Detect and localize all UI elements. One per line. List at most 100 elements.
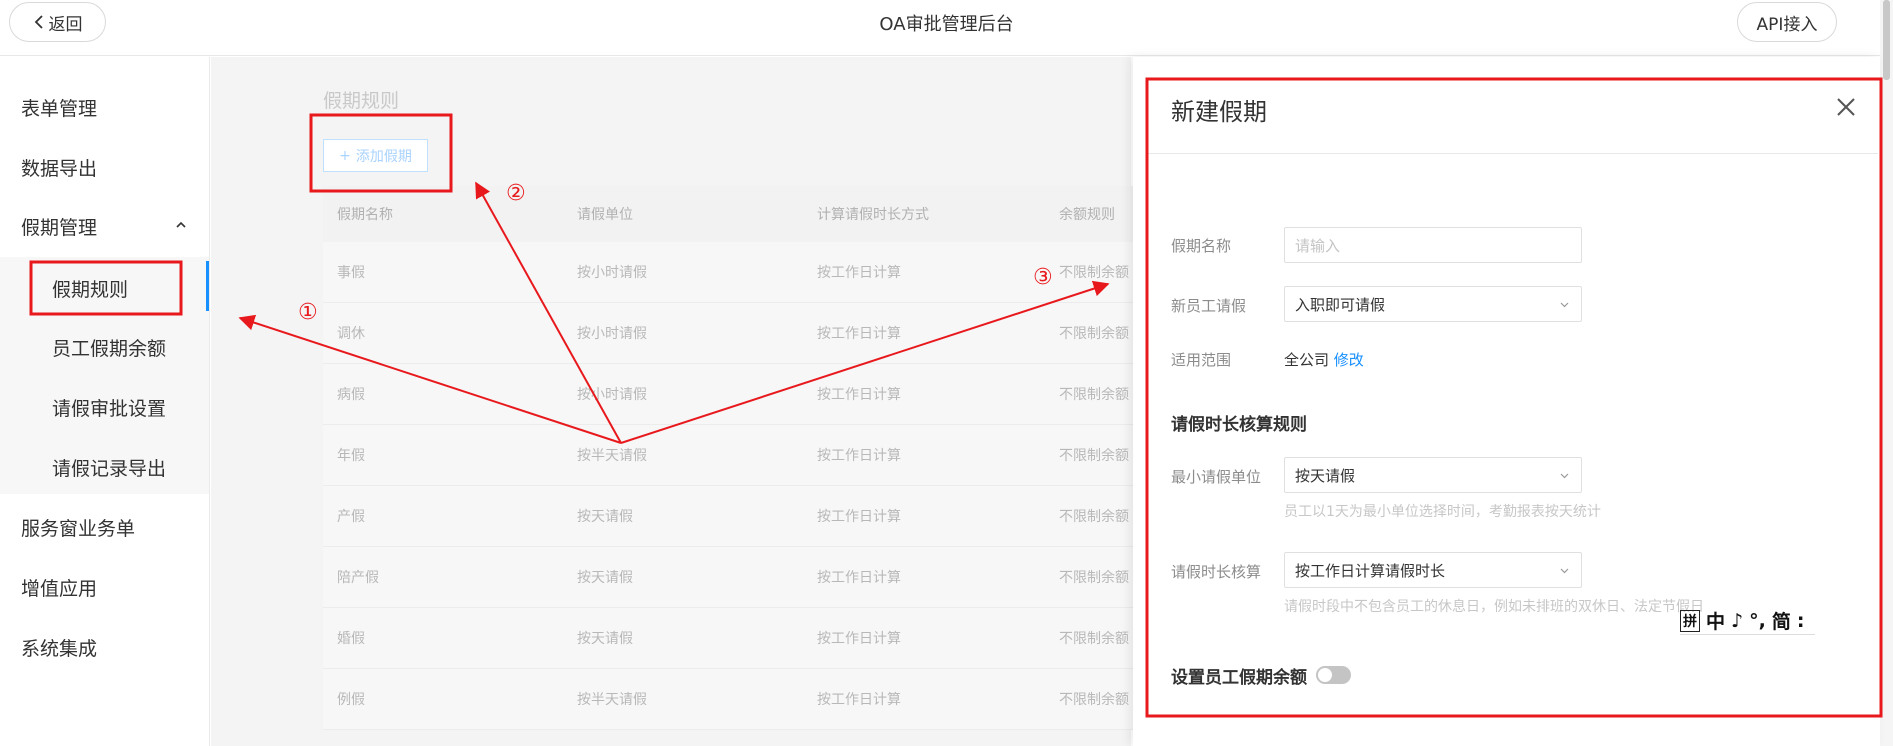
table-row[interactable]: 病假 按小时请假 按工作日计算 不限制余额	[323, 364, 1133, 425]
chevron-up-icon[interactable]	[175, 219, 187, 231]
ime-menu-icon[interactable]: :	[1797, 610, 1805, 632]
cell-unit: 按小时请假	[577, 265, 647, 281]
sidebar-item-leave[interactable]: 假期管理	[21, 213, 97, 240]
marker-two: ②	[506, 181, 526, 206]
cell-name: 调休	[337, 326, 365, 342]
ime-chinese-icon[interactable]: 中	[1706, 607, 1725, 634]
cell-balance: 不限制余额	[1059, 265, 1129, 281]
cell-name: 产假	[337, 509, 365, 525]
ime-simplified-icon[interactable]: 简	[1772, 607, 1791, 634]
cell-name: 年假	[337, 448, 365, 464]
sidebar-item-leave-approval[interactable]: 请假审批设置	[52, 394, 166, 421]
ime-moon-icon[interactable]: ♪	[1731, 610, 1743, 632]
add-leave-label: 添加假期	[355, 148, 412, 165]
min-unit-hint: 员工以1天为最小单位选择时间，考勤报表按天统计	[1284, 504, 1601, 520]
calc-hint: 请假时段中不包含员工的休息日，例如未排班的双休日、法定节假日	[1284, 599, 1704, 615]
ime-punct-icon[interactable]: °,	[1749, 610, 1766, 632]
app-title: OA审批管理后台	[879, 14, 1014, 35]
cell-unit: 按小时请假	[577, 326, 647, 342]
min-unit-select[interactable]: 按天请假	[1284, 457, 1582, 493]
cell-calc: 按工作日计算	[817, 448, 901, 464]
cell-name: 例假	[337, 692, 365, 708]
header-name: 假期名称	[337, 207, 393, 223]
table-row[interactable]: 调休 按小时请假 按工作日计算 不限制余额	[323, 303, 1133, 364]
new-employee-label: 新员工请假	[1171, 297, 1247, 315]
cell-calc: 按工作日计算	[817, 265, 901, 281]
new-employee-select[interactable]: 入职即可请假	[1284, 286, 1582, 322]
chevron-down-icon	[1560, 568, 1569, 574]
new-employee-value: 入职即可请假	[1295, 295, 1386, 314]
table-row[interactable]: 年假 按半天请假 按工作日计算 不限制余额	[323, 425, 1133, 486]
cell-calc: 按工作日计算	[817, 692, 901, 708]
cell-calc: 按工作日计算	[817, 326, 901, 342]
cell-name: 婚假	[337, 631, 365, 647]
table-row[interactable]: 陪产假 按天请假 按工作日计算 不限制余额	[323, 547, 1133, 608]
calc-select[interactable]: 按工作日计算请假时长	[1284, 552, 1582, 588]
marker-one: ①	[298, 300, 318, 325]
leave-name-input[interactable]: 请输入	[1284, 227, 1582, 263]
scrollbar-thumb[interactable]	[1883, 0, 1890, 80]
cell-calc: 按工作日计算	[817, 509, 901, 525]
table-row[interactable]: 事假 按小时请假 按工作日计算 不限制余额	[323, 242, 1133, 303]
chevron-down-icon	[1560, 473, 1569, 479]
rules-section-title: 请假时长核算规则	[1171, 415, 1307, 435]
sidebar-item-leave-balance[interactable]: 员工假期余额	[52, 334, 166, 361]
active-indicator	[206, 261, 209, 311]
drawer-divider	[1148, 153, 1878, 154]
page-scrollbar[interactable]	[1880, 0, 1893, 746]
sidebar-item-leave-records[interactable]: 请假记录导出	[52, 454, 166, 481]
scope-value: 全公司	[1284, 351, 1330, 369]
header-unit: 请假单位	[577, 207, 633, 223]
cell-unit: 按天请假	[577, 570, 633, 586]
sidebar-item-export[interactable]: 数据导出	[21, 154, 97, 181]
app-root: 返回 OA审批管理后台 API接入 表单管理 数据导出 假期管理 假期规则 员工…	[0, 0, 1893, 746]
cell-unit: 按半天请假	[577, 692, 647, 708]
cell-name: 陪产假	[337, 570, 379, 586]
cell-unit: 按天请假	[577, 631, 633, 647]
sidebar-item-addons[interactable]: 增值应用	[21, 574, 97, 601]
close-icon[interactable]	[1835, 96, 1857, 118]
table-header: 假期名称 请假单位 计算请假时长方式 余额规则	[323, 186, 1133, 242]
balance-section-title: 设置员工假期余额	[1171, 668, 1307, 688]
ime-toolbar[interactable]: 拼 中 ♪ °, 简 :	[1680, 607, 1815, 635]
leave-name-label: 假期名称	[1171, 237, 1232, 255]
cell-balance: 不限制余额	[1059, 509, 1129, 525]
table-row[interactable]: 产假 按天请假 按工作日计算 不限制余额	[323, 486, 1133, 547]
drawer-title: 新建假期	[1171, 98, 1267, 126]
scope-text: 全公司 修改	[1284, 349, 1364, 370]
sidebar-item-integration[interactable]: 系统集成	[21, 634, 97, 661]
cell-calc: 按工作日计算	[817, 387, 901, 403]
scope-label: 适用范围	[1171, 351, 1232, 369]
plus-icon: +	[339, 147, 351, 164]
cell-balance: 不限制余额	[1059, 692, 1129, 708]
cell-balance: 不限制余额	[1059, 570, 1129, 586]
ime-pinyin-icon[interactable]: 拼	[1680, 609, 1700, 632]
scope-edit-link[interactable]: 修改	[1334, 351, 1364, 369]
leave-table: 假期名称 请假单位 计算请假时长方式 余额规则 事假 按小时请假 按工作日计算 …	[323, 186, 1133, 730]
add-leave-button[interactable]: + 添加假期	[323, 139, 428, 172]
balance-toggle[interactable]	[1316, 666, 1351, 684]
cell-calc: 按工作日计算	[817, 631, 901, 647]
api-access-button[interactable]: API接入	[1737, 2, 1837, 42]
header-calc: 计算请假时长方式	[817, 207, 929, 223]
cell-balance: 不限制余额	[1059, 387, 1129, 403]
cell-calc: 按工作日计算	[817, 570, 901, 586]
chevron-down-icon	[1560, 302, 1569, 308]
calc-label: 请假时长核算	[1171, 563, 1262, 581]
min-unit-value: 按天请假	[1295, 466, 1356, 485]
cell-balance: 不限制余额	[1059, 448, 1129, 464]
page-title: 假期规则	[323, 90, 400, 112]
sidebar-item-leave-rules[interactable]: 假期规则	[52, 275, 128, 302]
header-balance: 余额规则	[1059, 207, 1115, 223]
cell-balance: 不限制余额	[1059, 326, 1129, 342]
sidebar-item-service[interactable]: 服务窗业务单	[21, 514, 135, 541]
sidebar-item-form[interactable]: 表单管理	[21, 94, 97, 121]
marker-three: ③	[1033, 265, 1053, 290]
table-row[interactable]: 例假 按半天请假 按工作日计算 不限制余额	[323, 669, 1133, 730]
calc-value: 按工作日计算请假时长	[1295, 561, 1446, 580]
table-row[interactable]: 婚假 按天请假 按工作日计算 不限制余额	[323, 608, 1133, 669]
cell-unit: 按天请假	[577, 509, 633, 525]
cell-unit: 按小时请假	[577, 387, 647, 403]
min-unit-label: 最小请假单位	[1171, 468, 1262, 486]
cell-unit: 按半天请假	[577, 448, 647, 464]
